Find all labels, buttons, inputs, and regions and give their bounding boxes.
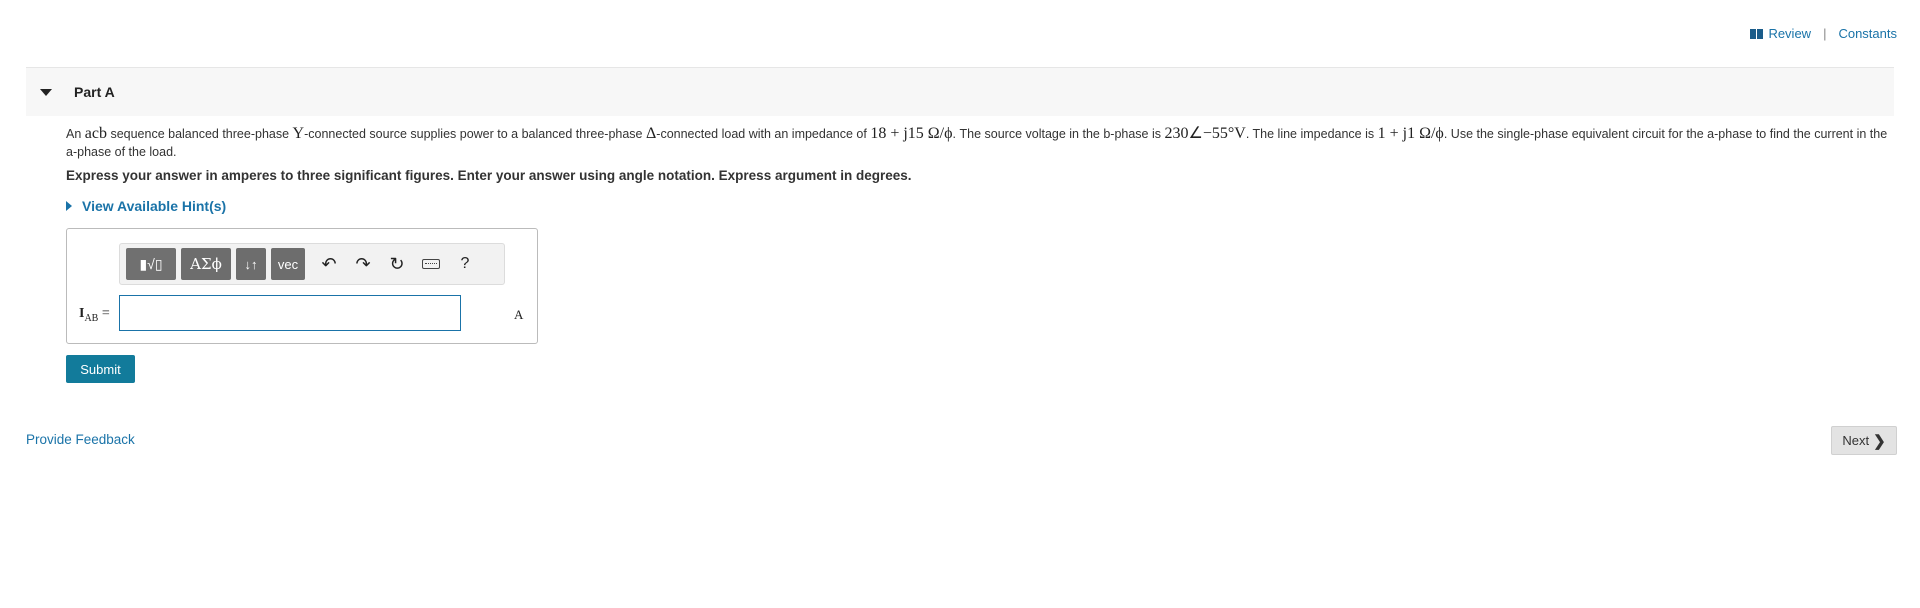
next-button[interactable]: Next ❯ <box>1831 426 1897 455</box>
review-link[interactable]: Review <box>1768 26 1811 41</box>
line-impedance-math: 1 + j1 Ω/ϕ <box>1377 125 1444 142</box>
top-nav: Review | Constants <box>1750 26 1897 41</box>
sequence-math: acb <box>84 125 107 142</box>
book-icon <box>1750 28 1764 39</box>
caret-down-icon[interactable] <box>40 88 52 96</box>
provide-feedback-link[interactable]: Provide Feedback <box>26 432 135 447</box>
nav-separator: | <box>1823 26 1827 41</box>
next-label: Next <box>1842 433 1870 448</box>
view-hints-toggle[interactable]: View Available Hint(s) <box>66 198 226 214</box>
answer-variable-label: IAB = <box>79 306 110 324</box>
undo-icon[interactable]: ↶ <box>314 248 344 280</box>
keyboard-icon <box>422 259 440 269</box>
submit-button[interactable]: Submit <box>66 355 135 383</box>
load-connection-math: Δ <box>645 125 657 142</box>
part-header[interactable]: Part A <box>26 67 1894 116</box>
constants-link[interactable]: Constants <box>1838 26 1897 41</box>
instruction-text: Express your answer in amperes to three … <box>66 168 912 183</box>
reset-icon[interactable]: ↻ <box>382 248 412 280</box>
vector-button[interactable]: vec <box>271 248 305 280</box>
answer-input[interactable] <box>119 295 461 331</box>
caret-right-icon <box>66 201 72 211</box>
answer-box: ▮√▯ ΑΣϕ ↓↑ vec ↶ ↷ ↻ ? IAB = A <box>66 228 538 344</box>
source-connection-math: Y <box>292 125 305 142</box>
question-text: An acb sequence balanced three-phase Y-c… <box>66 125 1888 159</box>
answer-unit: A <box>514 307 524 322</box>
load-impedance-math: 18 + j15 Ω/ϕ <box>870 125 953 142</box>
part-title: Part A <box>74 84 115 100</box>
view-hints-label: View Available Hint(s) <box>82 198 227 214</box>
symbols-button[interactable]: ΑΣϕ <box>181 248 231 280</box>
chevron-right-icon: ❯ <box>1873 432 1886 450</box>
keyboard-button[interactable] <box>416 248 446 280</box>
arrows-button[interactable]: ↓↑ <box>236 248 266 280</box>
templates-button[interactable]: ▮√▯ <box>126 248 176 280</box>
math-toolbar: ▮√▯ ΑΣϕ ↓↑ vec ↶ ↷ ↻ ? <box>119 243 505 285</box>
redo-icon[interactable]: ↷ <box>348 248 378 280</box>
help-icon[interactable]: ? <box>450 248 480 280</box>
source-voltage-math: 230∠−55°V <box>1164 125 1246 142</box>
